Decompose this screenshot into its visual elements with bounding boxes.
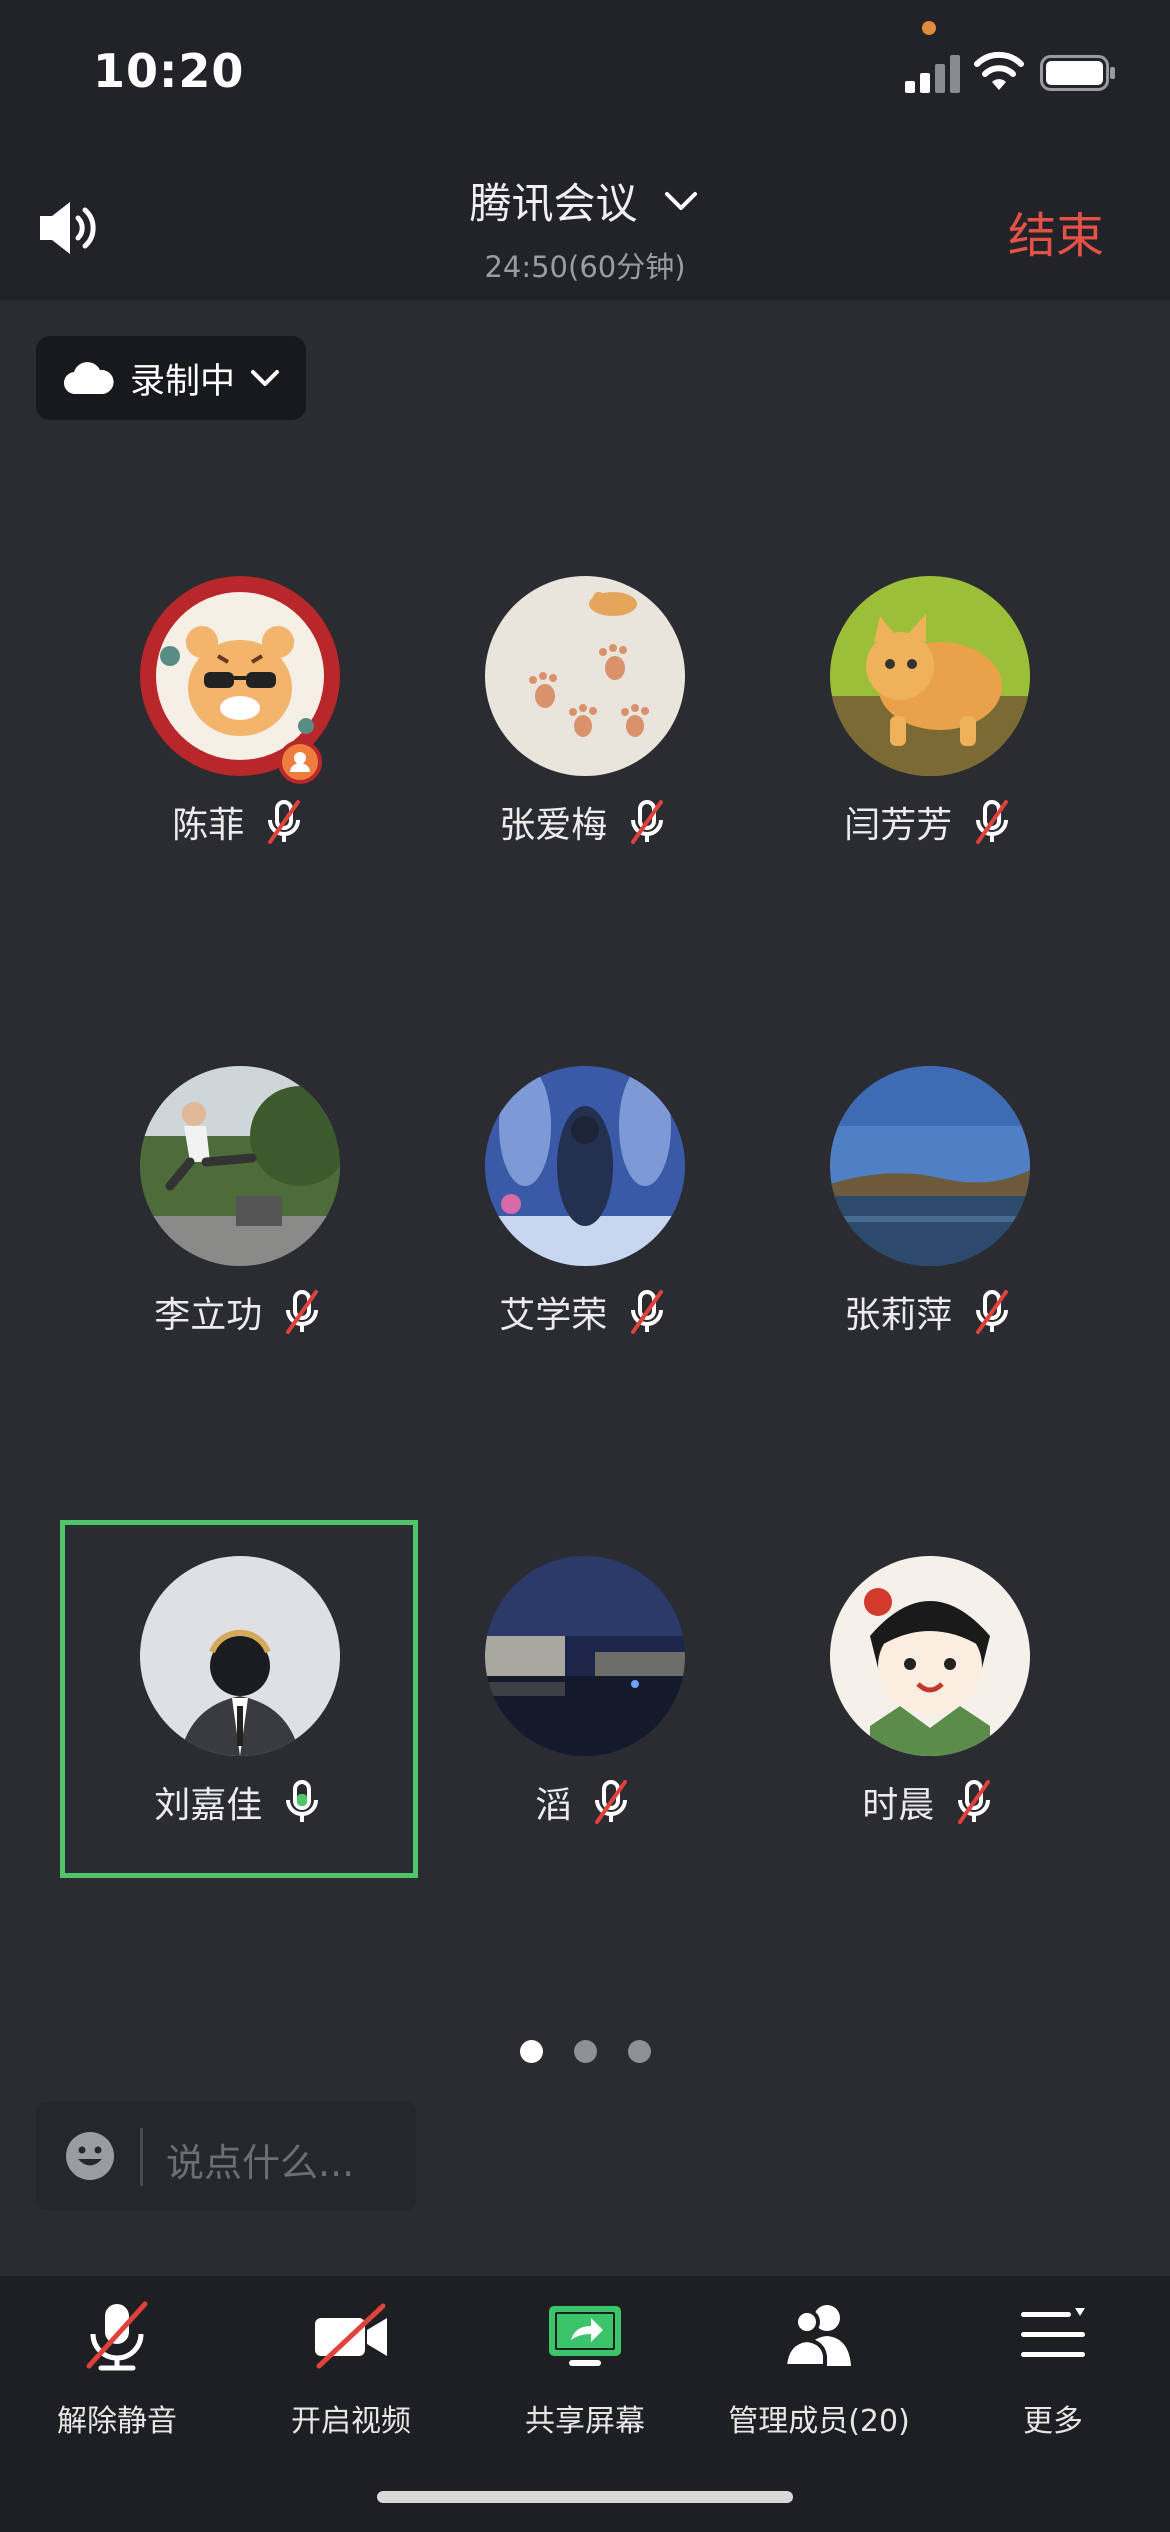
participant-tile[interactable]: 刘嘉佳 [60,1522,416,1876]
status-time: 10:20 [93,44,245,98]
divider [140,2128,143,2186]
page-dot[interactable] [628,2040,651,2063]
avatar [485,576,685,776]
participant-tile[interactable]: 张爱梅 [405,542,761,896]
mic-muted-icon [975,1290,1008,1334]
manage-members-button[interactable]: 管理成员(20) [702,2276,936,2476]
participant-tile[interactable]: 李立功 [60,1032,416,1386]
avatar [485,1066,685,1266]
unmute-button[interactable]: 解除静音 [0,2276,234,2476]
share-screen-icon [549,2306,621,2366]
wifi-icon [974,51,1024,90]
chevron-down-icon [251,370,280,386]
unmute-label: 解除静音 [57,2404,177,2439]
participant-tile[interactable]: 陈菲 [60,542,416,896]
privacy-indicator-dot [922,21,936,35]
participant-name: 刘嘉佳 [154,1785,263,1826]
share-screen-label: 共享屏幕 [525,2404,645,2439]
mic-active-icon [285,1780,318,1822]
host-badge-icon [278,740,322,784]
recording-status-button[interactable]: 录制中 [36,336,306,420]
more-menu-icon [1021,2308,1085,2357]
mic-muted-icon [594,1780,627,1824]
chat-input[interactable]: 说点什么... [36,2102,416,2210]
start-video-label: 开启视频 [291,2404,411,2439]
mic-muted-icon [285,1290,318,1334]
participant-name: 闫芳芳 [844,805,953,846]
participant-tile[interactable]: 闫芳芳 [750,542,1106,896]
cellular-signal-icon [905,55,960,93]
recording-label: 录制中 [130,361,236,402]
mic-muted-icon [630,1290,663,1334]
start-video-button[interactable]: 开启视频 [234,2276,468,2476]
avatar [140,1066,340,1266]
participant-name: 陈菲 [172,805,245,846]
page-indicator[interactable] [520,2040,660,2064]
meeting-title: 腾讯会议 [469,179,638,228]
manage-members-label: 管理成员(20) [728,2404,910,2439]
avatar [830,1066,1030,1266]
more-label: 更多 [1023,2404,1083,2439]
members-icon [782,2305,851,2368]
share-screen-button[interactable]: 共享屏幕 [468,2276,702,2476]
participant-tile[interactable]: 滔 [405,1522,761,1876]
page-dot[interactable] [574,2040,597,2063]
meeting-timer: 24:50(60分钟) [484,250,686,284]
avatar [830,1556,1030,1756]
meeting-title-dropdown[interactable]: 腾讯会议 [0,170,1170,231]
emoji-icon[interactable] [64,2130,116,2182]
chat-placeholder: 说点什么... [166,2141,355,2185]
more-button[interactable]: 更多 [936,2276,1170,2476]
mic-muted-icon [975,800,1008,844]
participant-name: 艾学荣 [499,1295,608,1336]
video-off-icon [315,2303,387,2369]
avatar [140,1556,340,1756]
chevron-down-icon [664,191,697,210]
battery-icon [1040,55,1115,91]
mic-muted-icon [630,800,663,844]
avatar [485,1556,685,1756]
cloud-icon [64,362,114,395]
participant-name: 时晨 [862,1785,935,1826]
participant-tile[interactable]: 张莉萍 [750,1032,1106,1386]
participant-name: 滔 [535,1785,572,1826]
avatar [830,576,1030,776]
end-meeting-button[interactable]: 结束 [1008,196,1104,266]
participant-name: 张莉萍 [844,1295,953,1336]
page-dot-active[interactable] [520,2040,543,2063]
participant-name: 李立功 [154,1295,263,1336]
mic-off-icon [86,2301,148,2371]
participant-name: 张爱梅 [499,805,608,846]
mic-muted-icon [957,1780,990,1824]
home-indicator[interactable] [377,2491,793,2503]
participant-tile[interactable]: 时晨 [750,1522,1106,1876]
participant-tile[interactable]: 艾学荣 [405,1032,761,1386]
mic-muted-icon [267,800,300,844]
